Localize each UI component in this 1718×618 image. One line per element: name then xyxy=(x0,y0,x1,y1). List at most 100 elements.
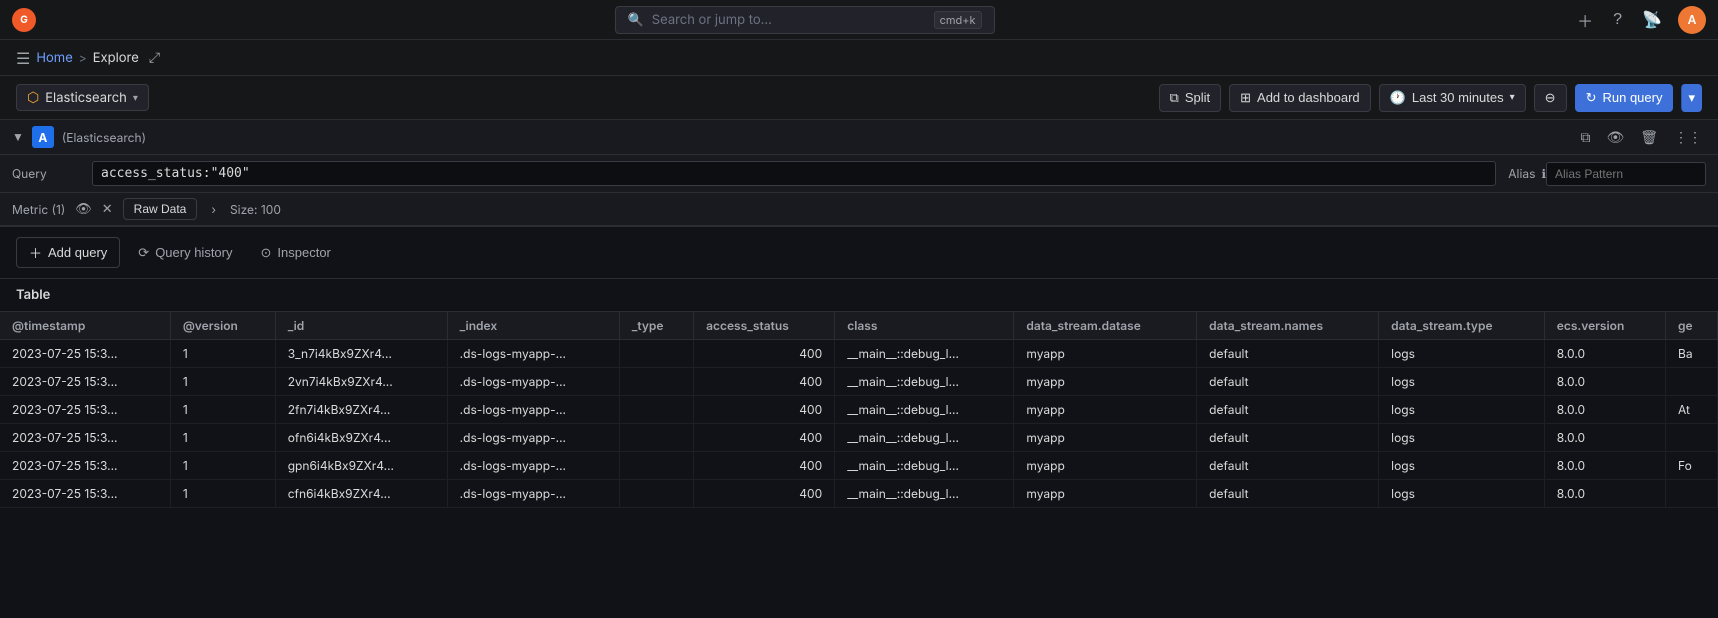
table-cell: myapp xyxy=(1014,396,1197,424)
table-cell xyxy=(619,480,693,508)
table-wrapper[interactable]: @timestamp @version _id _index _type acc… xyxy=(0,312,1718,508)
share-icon[interactable]: ⤢ xyxy=(149,49,160,66)
table-cell xyxy=(619,452,693,480)
col-ds-names[interactable]: data_stream.names xyxy=(1197,312,1379,340)
query-input[interactable] xyxy=(92,161,1496,186)
history-icon: ⟳ xyxy=(138,245,149,261)
breadcrumb-home[interactable]: Home xyxy=(36,50,72,66)
table-cell: default xyxy=(1197,340,1379,368)
table-cell: .ds-logs-myapp-... xyxy=(447,368,619,396)
col-ds-datase[interactable]: data_stream.datase xyxy=(1014,312,1197,340)
col-access-status[interactable]: access_status xyxy=(694,312,835,340)
table-cell xyxy=(619,340,693,368)
table-cell: 400 xyxy=(694,452,835,480)
action-bar: ＋ Add query ⟳ Query history ⊙ Inspector xyxy=(0,227,1718,279)
add-query-button[interactable]: ＋ Add query xyxy=(16,237,120,268)
table-cell: 8.0.0 xyxy=(1544,424,1665,452)
help-button[interactable]: ? xyxy=(1609,7,1626,33)
table-cell: logs xyxy=(1379,452,1545,480)
table-row[interactable]: 2023-07-25 15:3...12fn7i4kBx9ZXr4....ds-… xyxy=(0,396,1718,424)
grafana-logo[interactable]: G xyxy=(12,8,36,32)
col-ds-type[interactable]: data_stream.type xyxy=(1379,312,1545,340)
table-cell: Ba xyxy=(1666,340,1718,368)
col-version[interactable]: @version xyxy=(170,312,275,340)
table-cell: myapp xyxy=(1014,340,1197,368)
table-row[interactable]: 2023-07-25 15:3...1ofn6i4kBx9ZXr4....ds-… xyxy=(0,424,1718,452)
delete-query-button[interactable]: 🗑 xyxy=(1636,127,1662,148)
hamburger-icon[interactable]: ☰ xyxy=(16,48,30,68)
table-cell: .ds-logs-myapp-... xyxy=(447,424,619,452)
data-table: @timestamp @version _id _index _type acc… xyxy=(0,312,1718,508)
toggle-visibility-button[interactable]: 👁 xyxy=(1602,127,1628,148)
nav-left: G xyxy=(12,8,36,32)
copy-query-button[interactable]: ⧉ xyxy=(1576,127,1594,148)
col-type[interactable]: _type xyxy=(619,312,693,340)
dashboard-icon: ⊞ xyxy=(1240,90,1251,106)
search-icon: 🔍 xyxy=(628,12,644,28)
query-panel: ▼ A (Elasticsearch) ⧉ 👁 🗑 ⋮⋮ Query Alias… xyxy=(0,120,1718,227)
toolbar-left: ⬡ Elasticsearch ▾ xyxy=(16,84,149,111)
breadcrumb-explore: Explore xyxy=(93,50,139,66)
run-query-button[interactable]: ↻ Run query xyxy=(1575,84,1674,112)
table-cell: 2023-07-25 15:3... xyxy=(0,340,170,368)
col-id[interactable]: _id xyxy=(275,312,447,340)
table-cell: logs xyxy=(1379,396,1545,424)
query-input-row: Query Alias ℹ xyxy=(0,155,1718,193)
table-cell: 400 xyxy=(694,340,835,368)
add-dashboard-button[interactable]: ⊞ Add to dashboard xyxy=(1229,84,1371,112)
table-cell: ofn6i4kBx9ZXr4... xyxy=(275,424,447,452)
metric-eye-button[interactable]: 👁 xyxy=(75,201,92,217)
news-button[interactable]: 📡 xyxy=(1638,6,1666,34)
alias-input[interactable] xyxy=(1546,162,1706,186)
query-header-right: ⧉ 👁 🗑 ⋮⋮ xyxy=(1576,127,1706,148)
query-field-label: Query xyxy=(12,166,92,181)
col-class[interactable]: class xyxy=(835,312,1014,340)
col-timestamp[interactable]: @timestamp xyxy=(0,312,170,340)
col-index[interactable]: _index xyxy=(447,312,619,340)
datasource-name: Elasticsearch xyxy=(45,90,127,106)
avatar[interactable]: A xyxy=(1678,6,1706,34)
query-history-button[interactable]: ⟳ Query history xyxy=(128,240,242,266)
table-cell: 400 xyxy=(694,480,835,508)
table-header-row: @timestamp @version _id _index _type acc… xyxy=(0,312,1718,340)
table-cell xyxy=(1666,480,1718,508)
add-button[interactable]: ＋ xyxy=(1573,4,1597,36)
table-cell: __main__::debug_l... xyxy=(835,424,1014,452)
table-cell: default xyxy=(1197,480,1379,508)
col-ecs-version[interactable]: ecs.version xyxy=(1544,312,1665,340)
col-ge[interactable]: ge xyxy=(1666,312,1718,340)
table-row[interactable]: 2023-07-25 15:3...13_n7i4kBx9ZXr4....ds-… xyxy=(0,340,1718,368)
collapse-button[interactable]: ▼ xyxy=(12,130,24,144)
table-row[interactable]: 2023-07-25 15:3...1gpn6i4kBx9ZXr4....ds-… xyxy=(0,452,1718,480)
inspector-button[interactable]: ⊙ Inspector xyxy=(251,240,341,266)
table-cell xyxy=(1666,424,1718,452)
split-button[interactable]: ⧉ Split xyxy=(1159,84,1222,112)
zoom-icon: ⊖ xyxy=(1545,90,1556,106)
raw-data-button[interactable]: Raw Data xyxy=(123,198,198,220)
toolbar-right: ⧉ Split ⊞ Add to dashboard 🕐 Last 30 min… xyxy=(1159,84,1702,112)
table-row[interactable]: 2023-07-25 15:3...1cfn6i4kBx9ZXr4....ds-… xyxy=(0,480,1718,508)
datasource-selector[interactable]: ⬡ Elasticsearch ▾ xyxy=(16,84,149,111)
table-title: Table xyxy=(0,279,1718,312)
table-cell: __main__::debug_l... xyxy=(835,340,1014,368)
table-row[interactable]: 2023-07-25 15:3...12vn7i4kBx9ZXr4....ds-… xyxy=(0,368,1718,396)
table-cell: gpn6i4kBx9ZXr4... xyxy=(275,452,447,480)
table-cell: 400 xyxy=(694,424,835,452)
move-query-button[interactable]: ⋮⋮ xyxy=(1670,127,1706,148)
zoom-button[interactable]: ⊖ xyxy=(1534,84,1567,112)
table-cell: logs xyxy=(1379,340,1545,368)
table-cell xyxy=(619,424,693,452)
table-cell: myapp xyxy=(1014,452,1197,480)
global-search[interactable]: 🔍 Search or jump to... cmd+k xyxy=(615,6,995,34)
time-range-button[interactable]: 🕐 Last 30 minutes ▾ xyxy=(1379,84,1526,112)
run-query-dropdown-button[interactable]: ▾ xyxy=(1681,84,1702,112)
table-cell: default xyxy=(1197,368,1379,396)
table-cell: default xyxy=(1197,452,1379,480)
table-cell: 1 xyxy=(170,396,275,424)
query-header-left: ▼ A (Elasticsearch) xyxy=(12,126,146,148)
table-cell: At xyxy=(1666,396,1718,424)
table-cell: 2vn7i4kBx9ZXr4... xyxy=(275,368,447,396)
metric-delete-button[interactable]: ✕ xyxy=(102,201,113,217)
table-cell: logs xyxy=(1379,368,1545,396)
size-pill[interactable]: Size: 100 xyxy=(230,202,281,217)
